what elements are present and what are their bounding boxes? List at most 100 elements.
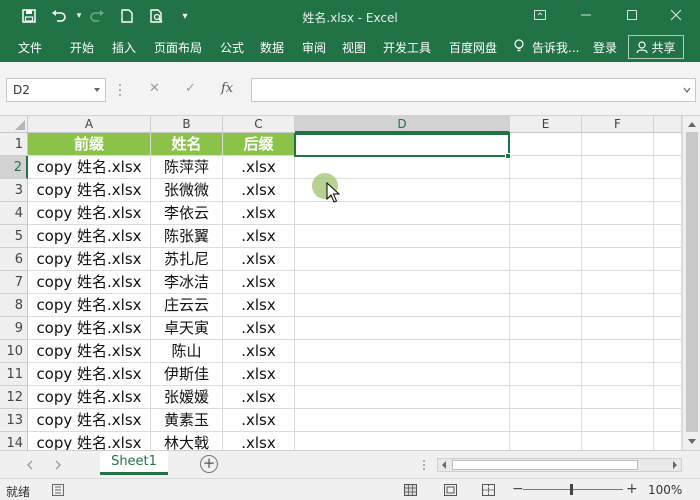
zoom-out-icon[interactable]: − <box>512 481 524 497</box>
cell-e14[interactable] <box>510 432 582 450</box>
close-icon[interactable] <box>664 4 688 26</box>
cell-f10[interactable] <box>582 340 654 363</box>
cell-c11[interactable]: .xlsx <box>223 363 295 386</box>
cell-a3[interactable]: copy 姓名.xlsx <box>28 179 151 202</box>
column-header-b[interactable]: B <box>151 116 223 133</box>
cell-f2[interactable] <box>582 156 654 179</box>
cell-g7[interactable] <box>654 271 682 294</box>
tab-page-layout[interactable]: 页面布局 <box>154 39 202 56</box>
page-break-view-icon[interactable] <box>482 484 495 496</box>
cell-e8[interactable] <box>510 294 582 317</box>
minimize-icon[interactable] <box>574 4 598 26</box>
tab-formulas[interactable]: 公式 <box>220 39 244 56</box>
cell-c6[interactable]: .xlsx <box>223 248 295 271</box>
cell-g10[interactable] <box>654 340 682 363</box>
chevron-down-icon[interactable] <box>93 85 101 95</box>
cell-b3[interactable]: 张微微 <box>151 179 223 202</box>
cell-f8[interactable] <box>582 294 654 317</box>
horizontal-scroll-thumb[interactable] <box>452 460 638 470</box>
scroll-up-icon[interactable] <box>687 120 697 128</box>
cell-d14[interactable] <box>295 432 510 450</box>
zoom-slider-thumb[interactable] <box>570 484 573 495</box>
zoom-slider[interactable] <box>523 489 623 490</box>
tell-me-box[interactable]: 告诉我... <box>532 39 579 56</box>
cell-e10[interactable] <box>510 340 582 363</box>
column-header-d[interactable]: D <box>295 116 510 133</box>
cell-f12[interactable] <box>582 386 654 409</box>
scroll-right-icon[interactable] <box>672 461 678 469</box>
cell-a4[interactable]: copy 姓名.xlsx <box>28 202 151 225</box>
cell-f6[interactable] <box>582 248 654 271</box>
column-header-e[interactable]: E <box>510 116 582 133</box>
maximize-icon[interactable] <box>620 4 644 26</box>
cell-a10[interactable]: copy 姓名.xlsx <box>28 340 151 363</box>
cell-c14[interactable]: .xlsx <box>223 432 295 450</box>
share-button[interactable]: 共享 <box>628 35 684 59</box>
cell-b8[interactable]: 庄云云 <box>151 294 223 317</box>
row-header-6[interactable]: 6 <box>0 248 28 271</box>
cell-b4[interactable]: 李依云 <box>151 202 223 225</box>
select-all-corner[interactable] <box>0 116 28 133</box>
vertical-scroll-thumb[interactable] <box>686 132 698 432</box>
add-sheet-icon[interactable]: + <box>200 455 218 473</box>
cell-a7[interactable]: copy 姓名.xlsx <box>28 271 151 294</box>
name-box[interactable]: D2 <box>6 78 106 102</box>
row-header-1[interactable]: 1 <box>0 133 28 156</box>
cell-b10[interactable]: 陈山 <box>151 340 223 363</box>
tab-insert[interactable]: 插入 <box>112 39 136 56</box>
cell-a11[interactable]: copy 姓名.xlsx <box>28 363 151 386</box>
page-layout-view-icon[interactable] <box>444 484 457 496</box>
cell-f9[interactable] <box>582 317 654 340</box>
cell-d10[interactable] <box>295 340 510 363</box>
next-sheet-icon[interactable] <box>54 460 62 470</box>
cell-c4[interactable]: .xlsx <box>223 202 295 225</box>
enter-icon[interactable]: ✓ <box>185 81 196 96</box>
row-header-12[interactable]: 12 <box>0 386 28 409</box>
column-header-f[interactable]: F <box>582 116 654 133</box>
cell-c7[interactable]: .xlsx <box>223 271 295 294</box>
cell-g3[interactable] <box>654 179 682 202</box>
column-header-g[interactable] <box>654 116 682 133</box>
cell-d9[interactable] <box>295 317 510 340</box>
cell-c13[interactable]: .xlsx <box>223 409 295 432</box>
cell-g6[interactable] <box>654 248 682 271</box>
scroll-left-icon[interactable] <box>441 461 447 469</box>
row-header-3[interactable]: 3 <box>0 179 28 202</box>
cell-a12[interactable]: copy 姓名.xlsx <box>28 386 151 409</box>
cell-c5[interactable]: .xlsx <box>223 225 295 248</box>
row-header-9[interactable]: 9 <box>0 317 28 340</box>
row-header-8[interactable]: 8 <box>0 294 28 317</box>
cell-e9[interactable] <box>510 317 582 340</box>
cell-a9[interactable]: copy 姓名.xlsx <box>28 317 151 340</box>
cell-d13[interactable] <box>295 409 510 432</box>
scroll-down-icon[interactable] <box>687 438 697 446</box>
cell-c12[interactable]: .xlsx <box>223 386 295 409</box>
cell-a6[interactable]: copy 姓名.xlsx <box>28 248 151 271</box>
active-cell-d2[interactable] <box>294 133 510 157</box>
cell-c1[interactable]: 后缀 <box>223 133 295 156</box>
cell-a14[interactable]: copy 姓名.xlsx <box>28 432 151 450</box>
cell-c8[interactable]: .xlsx <box>223 294 295 317</box>
cell-b9[interactable]: 卓天寅 <box>151 317 223 340</box>
cell-f7[interactable] <box>582 271 654 294</box>
tab-review[interactable]: 审阅 <box>302 39 326 56</box>
ribbon-display-icon[interactable] <box>528 4 552 26</box>
cell-d12[interactable] <box>295 386 510 409</box>
cell-c2[interactable]: .xlsx <box>223 156 295 179</box>
cell-b6[interactable]: 苏扎尼 <box>151 248 223 271</box>
cell-e2[interactable] <box>510 156 582 179</box>
tab-developer[interactable]: 开发工具 <box>383 39 431 56</box>
cell-e13[interactable] <box>510 409 582 432</box>
vertical-scrollbar[interactable] <box>682 116 700 450</box>
login-link[interactable]: 登录 <box>593 39 617 56</box>
cell-d5[interactable] <box>295 225 510 248</box>
row-header-7[interactable]: 7 <box>0 271 28 294</box>
row-header-10[interactable]: 10 <box>0 340 28 363</box>
cell-f3[interactable] <box>582 179 654 202</box>
fill-handle[interactable] <box>505 153 511 159</box>
cell-e5[interactable] <box>510 225 582 248</box>
horizontal-scrollbar[interactable] <box>437 458 682 472</box>
cell-f11[interactable] <box>582 363 654 386</box>
cell-g4[interactable] <box>654 202 682 225</box>
tab-split-handle-icon[interactable] <box>422 459 426 471</box>
